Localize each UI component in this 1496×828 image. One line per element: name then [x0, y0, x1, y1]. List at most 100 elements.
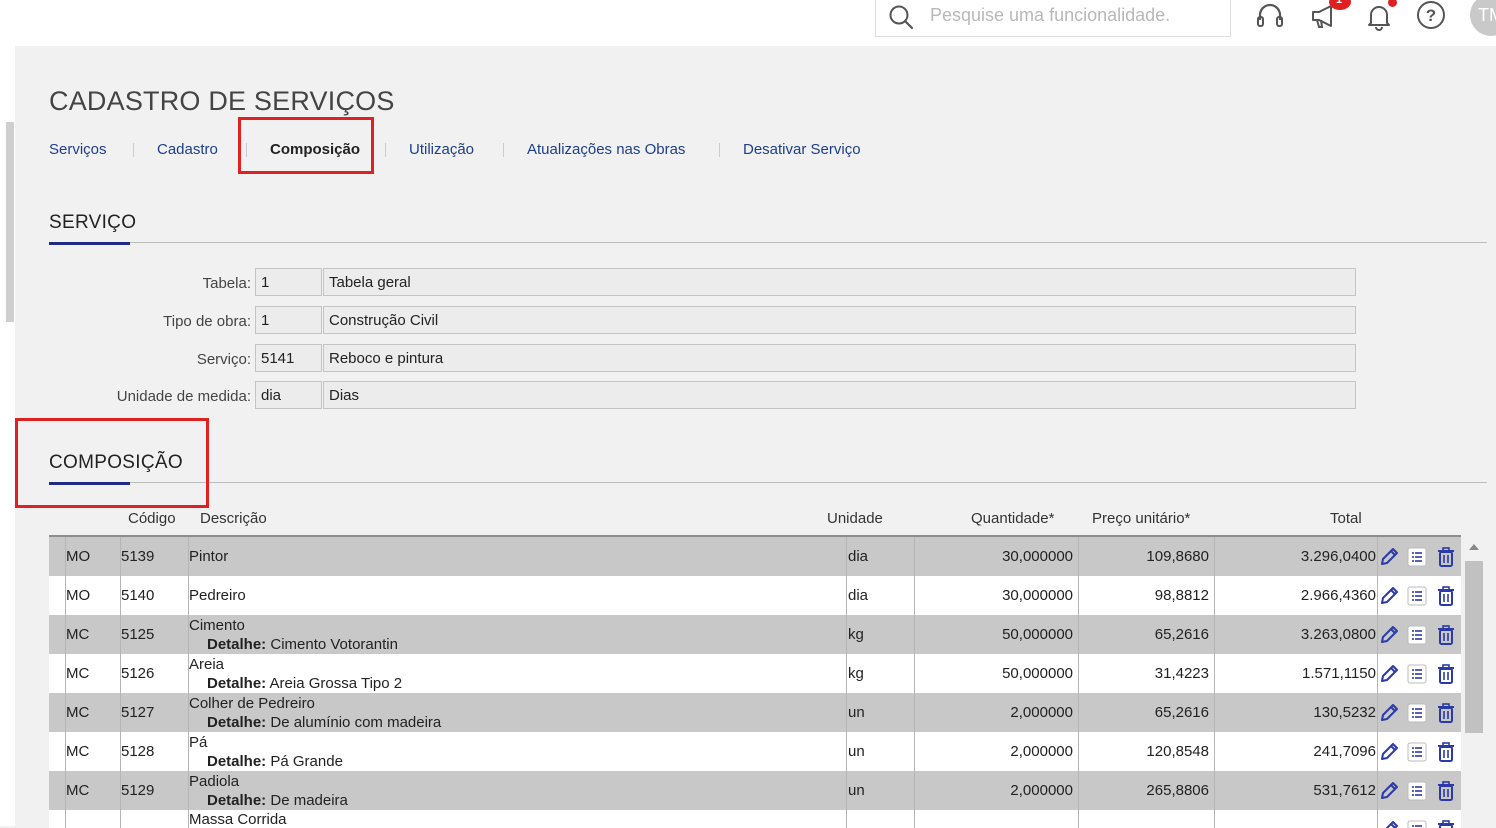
field-unidade-value[interactable]: Dias	[323, 381, 1356, 409]
details-list-icon[interactable]	[1406, 663, 1428, 685]
highlight-box-tab	[238, 117, 374, 174]
delete-trash-icon[interactable]	[1435, 546, 1457, 568]
details-list-icon[interactable]	[1406, 585, 1428, 607]
cell-quantidade[interactable]: 30,000000	[1002, 587, 1073, 604]
cell-preco-unitario[interactable]: 31,4223	[1155, 665, 1209, 682]
table-row[interactable]: MC 5127 Colher de Pedreiro Detalhe: De alum…	[49, 693, 1461, 732]
cell-total: 2.966,4360	[1300, 587, 1376, 604]
delete-trash-icon[interactable]	[1435, 702, 1457, 724]
table-row[interactable]: MO 5139 Pintor dia 30,000000 109,8680 3.296,04…	[49, 537, 1461, 576]
composition-table: MO 5139 Pintor dia 30,000000 109,8680 3.296,04…	[49, 535, 1461, 828]
cell-preco-unitario[interactable]: 109,8680	[1146, 548, 1209, 565]
cell-preco-unitario[interactable]: 265,8806	[1146, 782, 1209, 799]
tab-separator	[133, 143, 134, 157]
edit-pencil-icon[interactable]	[1378, 585, 1400, 607]
cell-divider	[846, 576, 847, 615]
avatar[interactable]: TM	[1470, 0, 1496, 36]
cell-unidade: un	[848, 704, 865, 721]
cell-divider	[1214, 576, 1215, 615]
table-row[interactable]: MO 5140 Pedreiro dia 30,000000 98,8812 2.966,4…	[49, 576, 1461, 615]
tab-cadastro[interactable]: Cadastro	[157, 141, 218, 158]
details-list-icon[interactable]	[1406, 819, 1428, 828]
cell-codigo: 5139	[121, 548, 155, 565]
field-tabela-value[interactable]: Tabela geral	[323, 268, 1356, 296]
svg-text:?: ?	[1426, 6, 1436, 25]
cell-quantidade[interactable]: 30,000000	[1002, 548, 1073, 565]
search-input[interactable]: Pesquise uma funcionalidade.	[930, 5, 1170, 26]
table-scrollbar[interactable]	[1463, 537, 1485, 826]
delete-trash-icon[interactable]	[1435, 780, 1457, 802]
field-tipo-obra-value[interactable]: Construção Civil	[323, 306, 1356, 334]
delete-trash-icon[interactable]	[1435, 741, 1457, 763]
tab-atualizacoes-obras[interactable]: Atualizações nas Obras	[527, 141, 685, 158]
details-list-icon[interactable]	[1406, 702, 1428, 724]
edit-pencil-icon[interactable]	[1378, 624, 1400, 646]
cell-preco-unitario[interactable]: 120,8548	[1146, 743, 1209, 760]
delete-trash-icon[interactable]	[1435, 663, 1457, 685]
tab-desativar-servico[interactable]: Desativar Serviço	[743, 141, 861, 158]
cell-preco-unitario[interactable]: 65,2616	[1155, 704, 1209, 721]
table-row[interactable]: MC 5126 Areia Detalhe: Areia Grossa Tipo 2 k…	[49, 654, 1461, 693]
field-tipo-obra-code[interactable]: 1	[255, 306, 322, 334]
cell-codigo: 5126	[121, 665, 155, 682]
details-list-icon[interactable]	[1406, 624, 1428, 646]
edit-pencil-icon[interactable]	[1378, 546, 1400, 568]
cell-preco-unitario[interactable]: 65,2616	[1155, 626, 1209, 643]
details-list-icon[interactable]	[1406, 546, 1428, 568]
cell-tipo: MC	[66, 743, 90, 760]
cell-quantidade[interactable]: 50,000000	[1002, 665, 1073, 682]
cell-codigo: 5127	[121, 704, 155, 721]
cell-divider	[914, 537, 915, 576]
cell-divider	[846, 771, 847, 810]
tab-utilizacao[interactable]: Utilização	[409, 141, 474, 158]
search-box[interactable]: Pesquise uma funcionalidade.	[875, 0, 1231, 37]
page-title: CADASTRO DE SERVIÇOS	[49, 86, 395, 116]
cell-divider	[1078, 537, 1079, 576]
column-header-descricao: Descrição	[200, 510, 267, 527]
cell-descricao: Cimento	[189, 617, 245, 634]
cell-quantidade[interactable]: 2,000000	[1010, 743, 1073, 760]
table-row[interactable]: Massa Corrida	[49, 810, 1461, 828]
delete-trash-icon[interactable]	[1435, 585, 1457, 607]
cell-preco-unitario[interactable]: 98,8812	[1155, 587, 1209, 604]
cell-total: 1.571,1150	[1302, 665, 1376, 682]
field-tabela-code[interactable]: 1	[255, 268, 322, 296]
highlight-box-section	[15, 418, 209, 508]
field-servico-code[interactable]: 5141	[255, 344, 322, 372]
column-header-quantidade: Quantidade*	[971, 510, 1055, 527]
field-unidade-code[interactable]: dia	[255, 381, 322, 409]
sidebar-scrollbar[interactable]	[6, 122, 14, 322]
delete-trash-icon[interactable]	[1435, 624, 1457, 646]
cell-divider	[120, 810, 121, 828]
tab-servicos[interactable]: Serviços	[49, 141, 107, 158]
cell-descricao: Colher de Pedreiro	[189, 695, 315, 712]
edit-pencil-icon[interactable]	[1378, 741, 1400, 763]
tab-separator	[503, 143, 504, 157]
column-header-total: Total	[1330, 510, 1362, 527]
cell-quantidade[interactable]: 2,000000	[1010, 782, 1073, 799]
scroll-up-arrow-icon[interactable]	[1469, 544, 1479, 550]
cell-divider	[1078, 654, 1079, 693]
table-row[interactable]: MC 5125 Cimento Detalhe: Cimento Votorantin…	[49, 615, 1461, 654]
cell-total: 3.296,0400	[1300, 548, 1376, 565]
table-row[interactable]: MC 5128 Pá Detalhe: Pá Grande un 2,000000 120,…	[49, 732, 1461, 771]
scrollbar-thumb[interactable]	[1465, 561, 1483, 733]
cell-descricao: Pá	[189, 734, 208, 751]
cell-total: 3.263,0800	[1300, 626, 1376, 643]
cell-divider	[1214, 732, 1215, 771]
headset-icon[interactable]	[1254, 0, 1286, 32]
edit-pencil-icon[interactable]	[1378, 819, 1400, 828]
details-list-icon[interactable]	[1406, 741, 1428, 763]
table-row[interactable]: MC 5129 Padiola Detalhe: De madeira un 2,0000…	[49, 771, 1461, 810]
cell-divider	[914, 693, 915, 732]
help-icon[interactable]: ?	[1415, 0, 1447, 32]
cell-quantidade[interactable]: 50,000000	[1002, 626, 1073, 643]
cell-quantidade[interactable]: 2,000000	[1010, 704, 1073, 721]
field-servico-value[interactable]: Reboco e pintura	[323, 344, 1356, 372]
edit-pencil-icon[interactable]	[1378, 702, 1400, 724]
details-list-icon[interactable]	[1406, 780, 1428, 802]
cell-tipo: MC	[66, 782, 90, 799]
edit-pencil-icon[interactable]	[1378, 663, 1400, 685]
delete-trash-icon[interactable]	[1435, 819, 1457, 828]
edit-pencil-icon[interactable]	[1378, 780, 1400, 802]
